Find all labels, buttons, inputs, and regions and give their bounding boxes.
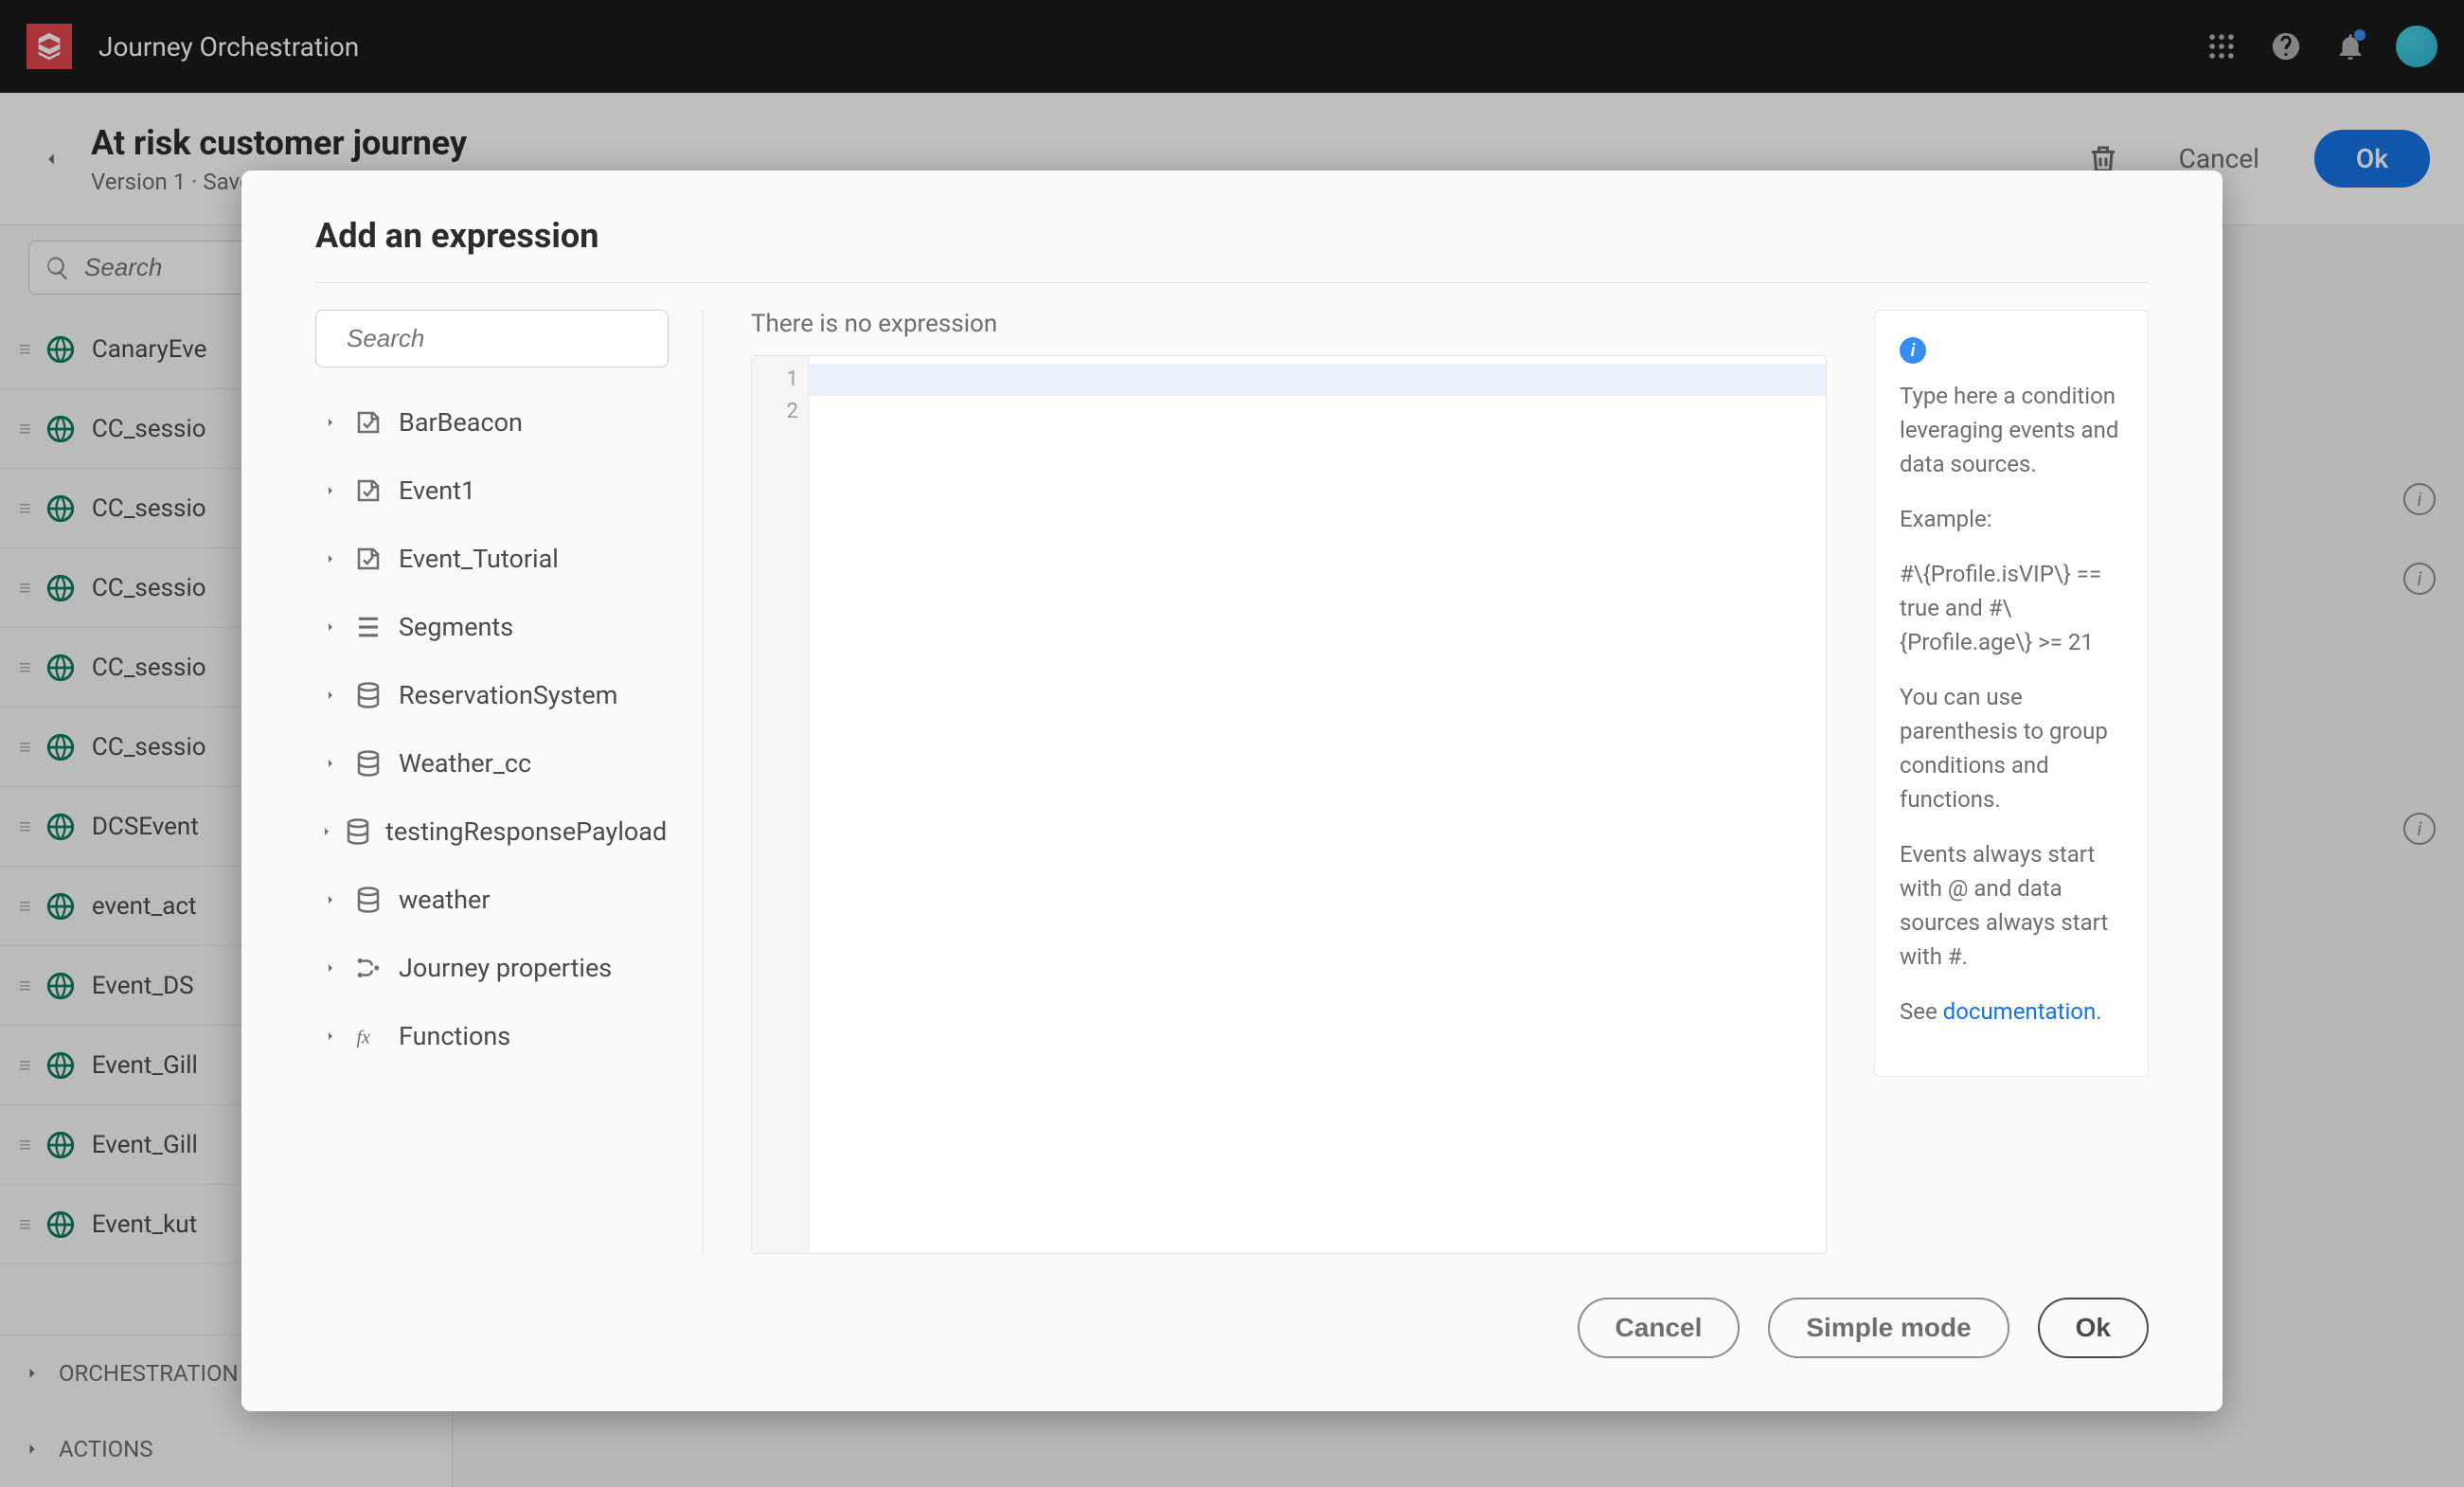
line-number: 1 [752, 364, 798, 396]
hint-text: Type here a condition leveraging events … [1900, 379, 2123, 481]
editor-gutter: 12 [752, 356, 809, 1253]
tree-item-label: BarBeacon [399, 407, 523, 438]
modal-cancel-button[interactable]: Cancel [1578, 1298, 1741, 1358]
info-icon: i [1900, 337, 1926, 364]
hint-box: i Type here a condition leveraging event… [1874, 310, 2149, 1077]
db-icon [351, 746, 385, 780]
tree-item[interactable]: Journey properties [315, 934, 669, 1002]
event-icon [351, 474, 385, 508]
tree-item-label: testingResponsePayload [385, 816, 667, 847]
tree-item[interactable]: testingResponsePayload [315, 797, 669, 866]
chevron-right-icon [319, 619, 342, 635]
tree-item[interactable]: weather [315, 866, 669, 934]
tree-item[interactable]: Event1 [315, 457, 669, 525]
expression-search-input[interactable] [347, 324, 668, 353]
chevron-right-icon [319, 960, 342, 976]
hint-text: You can use parenthesis to group conditi… [1900, 680, 2123, 816]
expression-modal: Add an expression BarBeacon Event1 Event… [241, 170, 2223, 1411]
hint-text: #\{Profile.isVIP\} == true and #\{Profil… [1900, 557, 2123, 659]
tree-item-label: ReservationSystem [399, 680, 617, 710]
editor-code[interactable] [809, 356, 1826, 1253]
hint-doc-line: See documentation. [1900, 994, 2123, 1029]
db-icon [344, 815, 372, 849]
chevron-right-icon [319, 415, 342, 430]
chevron-right-icon [319, 551, 342, 566]
tree-item-label: Functions [399, 1021, 510, 1051]
expression-status: There is no expression [751, 310, 1827, 338]
tree-item[interactable]: Segments [315, 593, 669, 661]
tree-item-label: Event1 [399, 475, 475, 506]
tree-item[interactable]: Event_Tutorial [315, 525, 669, 593]
expression-editor[interactable]: 12 [751, 355, 1827, 1254]
chevron-right-icon [319, 824, 334, 839]
hint-text: Events always start with @ and data sour… [1900, 837, 2123, 974]
db-icon [351, 678, 385, 712]
modal-title: Add an expression [315, 216, 2149, 256]
event-icon [351, 405, 385, 439]
tree-item[interactable]: ReservationSystem [315, 661, 669, 729]
expression-search[interactable] [315, 310, 669, 367]
modal-overlay: Add an expression BarBeacon Event1 Event… [0, 0, 2464, 1487]
tree-item-label: weather [399, 885, 490, 915]
chevron-right-icon [319, 756, 342, 771]
modal-ok-button[interactable]: Ok [2038, 1298, 2149, 1358]
hint-text: Example: [1900, 502, 2123, 536]
fx-icon: fx [351, 1019, 385, 1053]
chevron-right-icon [319, 892, 342, 907]
db-icon [351, 883, 385, 917]
line-number: 2 [752, 396, 798, 428]
tree-item-label: Segments [399, 612, 513, 642]
simple-mode-button[interactable]: Simple mode [1768, 1298, 2009, 1358]
tree-item[interactable]: Weather_cc [315, 729, 669, 797]
tree-item[interactable]: BarBeacon [315, 388, 669, 457]
tree-item-label: Weather_cc [399, 748, 531, 779]
documentation-link[interactable]: documentation [1943, 998, 2097, 1025]
chevron-right-icon [319, 483, 342, 498]
segments-icon [351, 610, 385, 644]
event-icon [351, 542, 385, 576]
tree-item-label: Event_Tutorial [399, 544, 559, 574]
svg-text:fx: fx [357, 1028, 371, 1048]
chevron-right-icon [319, 688, 342, 703]
tree-item-label: Journey properties [399, 953, 612, 983]
journey-icon [351, 951, 385, 985]
tree-item[interactable]: fx Functions [315, 1002, 669, 1070]
chevron-right-icon [319, 1029, 342, 1044]
